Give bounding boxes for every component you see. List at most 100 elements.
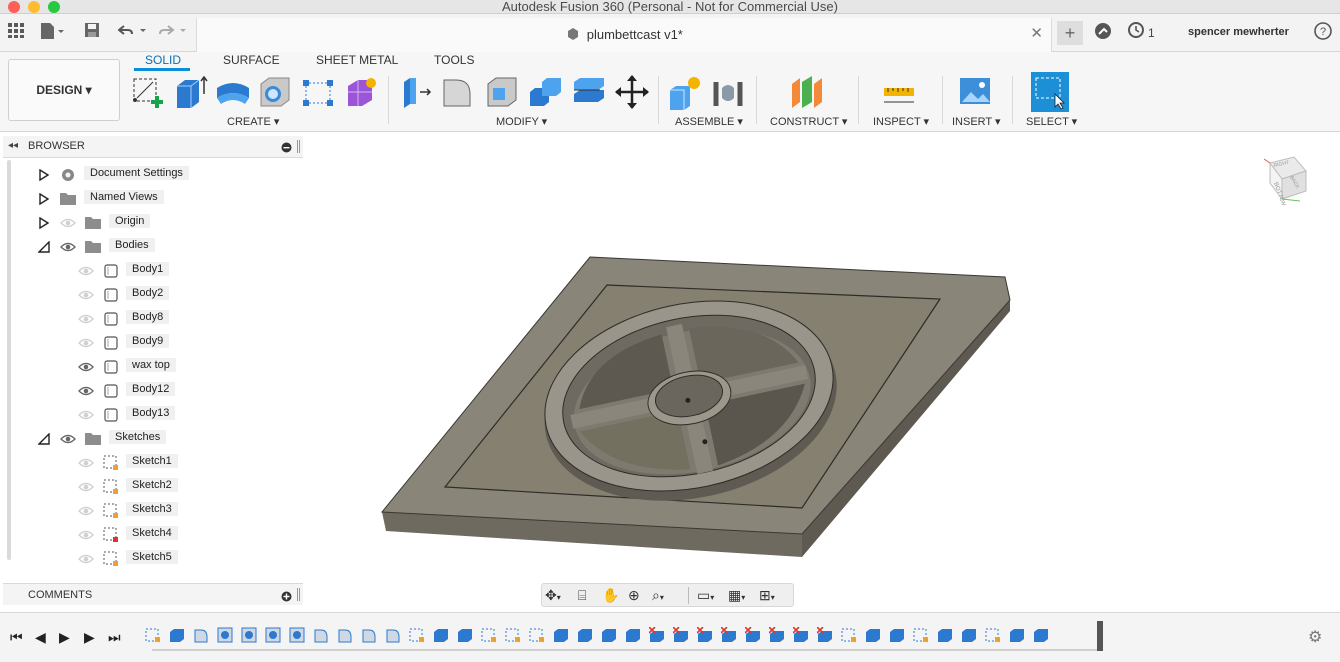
visibility-eye-icon[interactable] — [78, 360, 94, 372]
timeline-error-feature-icon[interactable] — [672, 626, 689, 643]
user-name[interactable]: spencer mewherter — [1188, 26, 1289, 38]
browser-panel-header[interactable]: ◂◂ BROWSER — [3, 136, 303, 158]
timeline-extrude-icon[interactable] — [1009, 627, 1025, 643]
timeline-hole-icon[interactable] — [241, 627, 257, 643]
press-pull-icon[interactable] — [398, 74, 434, 110]
job-status-icon[interactable] — [1128, 22, 1144, 45]
visibility-eye-icon[interactable] — [78, 264, 94, 276]
timeline-sketch-icon[interactable] — [841, 627, 857, 643]
timeline-back-icon[interactable]: ◀ — [35, 629, 46, 646]
measure-icon[interactable] — [882, 74, 918, 110]
fit-icon[interactable]: ⌕▾ — [652, 587, 664, 604]
browser-item-origin[interactable]: Origin — [0, 211, 300, 233]
collapsed-arrow-icon[interactable] — [38, 168, 50, 182]
file-icon[interactable] — [40, 22, 66, 47]
timeline-fillet-icon[interactable] — [385, 627, 401, 643]
visibility-eye-icon[interactable] — [78, 456, 94, 468]
timeline-sketch-icon[interactable] — [409, 627, 425, 643]
undo-icon[interactable] — [117, 22, 150, 45]
timeline-extrude-icon[interactable] — [577, 627, 593, 643]
redo-icon[interactable] — [158, 22, 190, 45]
tab-tools[interactable]: TOOLS — [434, 53, 474, 67]
visibility-eye-icon[interactable] — [78, 552, 94, 564]
save-icon[interactable] — [84, 22, 100, 45]
timeline-extrude-icon[interactable] — [1033, 627, 1049, 643]
look-at-icon[interactable]: ⌸ — [578, 587, 586, 604]
extensions-icon[interactable] — [1094, 22, 1112, 47]
minimize-panel-icon[interactable] — [281, 140, 292, 158]
tab-sheet-metal[interactable]: SHEET METAL — [316, 53, 398, 67]
viewports-icon[interactable]: ⊞▾ — [759, 587, 775, 604]
timeline-fillet-icon[interactable] — [313, 627, 329, 643]
create-sketch-icon[interactable] — [131, 74, 167, 110]
browser-item-named-views[interactable]: Named Views — [0, 187, 300, 209]
timeline-error-feature-icon[interactable] — [720, 626, 737, 643]
browser-item-bodies[interactable]: Bodies — [0, 235, 300, 257]
timeline-extrude-icon[interactable] — [169, 627, 185, 643]
timeline-error-feature-icon[interactable] — [648, 626, 665, 643]
display-settings-icon[interactable]: ▭▾ — [697, 587, 714, 604]
extrude-icon[interactable] — [173, 74, 209, 110]
timeline-error-feature-icon[interactable] — [744, 626, 761, 643]
visibility-eye-icon[interactable] — [78, 504, 94, 516]
timeline-hole-icon[interactable] — [265, 627, 281, 643]
timeline-hole-icon[interactable] — [217, 627, 233, 643]
timeline-fillet-icon[interactable] — [337, 627, 353, 643]
pattern-icon[interactable] — [301, 74, 337, 110]
browser-item-body13[interactable]: Body13 — [0, 403, 300, 425]
timeline-hole-icon[interactable] — [289, 627, 305, 643]
visibility-eye-icon[interactable] — [60, 240, 76, 252]
close-icon[interactable]: ✕ — [1030, 24, 1043, 42]
timeline-sketch-icon[interactable] — [985, 627, 1001, 643]
select-icon[interactable] — [1031, 72, 1069, 112]
timeline-extrude-icon[interactable] — [937, 627, 953, 643]
timeline-extrude-icon[interactable] — [889, 627, 905, 643]
collapse-panel-icon[interactable]: ◂◂ — [8, 140, 18, 151]
timeline-track[interactable] — [152, 649, 1098, 651]
expanded-arrow-icon[interactable] — [37, 240, 50, 253]
view-cube[interactable]: RIGHT BOTTOM BACK — [1260, 153, 1312, 208]
zoom-icon[interactable]: ⊕ — [628, 587, 640, 604]
hole-icon[interactable] — [257, 74, 293, 110]
grid-menu-icon[interactable] — [8, 22, 24, 45]
visibility-eye-icon[interactable] — [78, 408, 94, 420]
visibility-eye-icon[interactable] — [78, 480, 94, 492]
modify-menu[interactable]: MODIFY ▾ — [496, 115, 547, 128]
collapsed-arrow-icon[interactable] — [38, 192, 50, 206]
browser-item-body1[interactable]: Body1 — [0, 259, 300, 281]
select-menu[interactable]: SELECT ▾ — [1026, 115, 1077, 128]
timeline-forward-icon[interactable]: ▶ — [84, 629, 95, 646]
fillet-icon[interactable] — [440, 74, 476, 110]
shell-icon[interactable] — [484, 74, 520, 110]
timeline-error-feature-icon[interactable] — [792, 626, 809, 643]
timeline-extrude-icon[interactable] — [961, 627, 977, 643]
browser-item-sketch3[interactable]: Sketch3 — [0, 499, 300, 521]
timeline-extrude-icon[interactable] — [457, 627, 473, 643]
insert-menu[interactable]: INSERT ▾ — [952, 115, 1001, 128]
timeline-extrude-icon[interactable] — [601, 627, 617, 643]
collapsed-arrow-icon[interactable] — [38, 216, 50, 230]
timeline-error-feature-icon[interactable] — [768, 626, 785, 643]
timeline-sketch-icon[interactable] — [145, 627, 161, 643]
expanded-arrow-icon[interactable] — [37, 432, 50, 445]
browser-item-body12[interactable]: Body12 — [0, 379, 300, 401]
visibility-eye-icon[interactable] — [78, 384, 94, 396]
timeline-sketch-icon[interactable] — [913, 627, 929, 643]
browser-item-body2[interactable]: Body2 — [0, 283, 300, 305]
panel-resize-handle[interactable] — [297, 140, 300, 153]
workspace-switcher-button[interactable]: DESIGN ▾ — [8, 59, 120, 121]
timeline-start-icon[interactable]: ⏮ — [10, 629, 23, 646]
inspect-menu[interactable]: INSPECT ▾ — [873, 115, 929, 128]
timeline-fillet-icon[interactable] — [193, 627, 209, 643]
grid-settings-icon[interactable]: ▦▾ — [728, 587, 745, 604]
new-tab-icon[interactable]: + — [1057, 21, 1083, 45]
help-icon[interactable]: ? — [1314, 22, 1332, 47]
timeline-play-icon[interactable]: ▶ — [59, 629, 70, 646]
timeline-extrude-icon[interactable] — [553, 627, 569, 643]
browser-item-sketch2[interactable]: Sketch2 — [0, 475, 300, 497]
timeline-sketch-icon[interactable] — [481, 627, 497, 643]
visibility-eye-icon[interactable] — [78, 288, 94, 300]
model-3d-view[interactable] — [305, 133, 1340, 608]
browser-item-sketch1[interactable]: Sketch1 — [0, 451, 300, 473]
timeline-error-feature-icon[interactable] — [816, 626, 833, 643]
